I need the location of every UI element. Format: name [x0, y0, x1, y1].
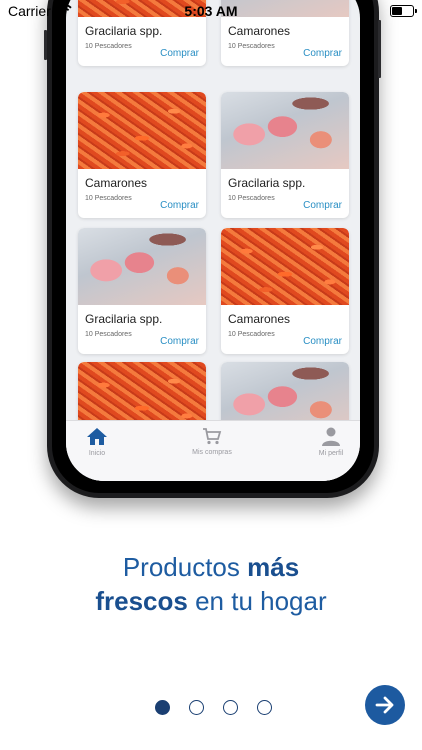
- battery-icon: [390, 5, 417, 17]
- phone-side-button: [44, 30, 47, 60]
- headline-bold2: frescos: [95, 586, 188, 616]
- product-name: Camarones: [228, 24, 291, 38]
- tab-home[interactable]: Inicio: [66, 427, 132, 457]
- arrow-right-icon: [375, 696, 394, 714]
- phone-power-button: [378, 20, 381, 78]
- headline-bold1: más: [247, 552, 300, 582]
- cart-icon: [203, 428, 222, 445]
- product-card[interactable]: Camarones 10 Pescadores Comprar: [78, 92, 206, 218]
- product-name: Gracilaria spp.: [228, 176, 306, 190]
- status-left: Carrier: [8, 3, 72, 19]
- wifi-icon: [56, 3, 72, 19]
- product-fishers: 10 Pescadores: [228, 43, 275, 50]
- product-image: [221, 228, 349, 305]
- status-bar: Carrier 5:03 AM: [0, 0, 422, 22]
- product-card[interactable]: Gracilaria spp. 10 Pescadores Comprar: [221, 92, 349, 218]
- tab-purchases-label: Mis compras: [192, 449, 232, 456]
- tab-purchases[interactable]: Mis compras: [177, 427, 247, 456]
- product-name: Camarones: [228, 312, 291, 326]
- product-fishers: 10 Pescadores: [228, 195, 275, 202]
- buy-link[interactable]: Comprar: [160, 336, 199, 347]
- product-name: Gracilaria spp.: [85, 312, 163, 326]
- product-card[interactable]: Camarones 10 Pescadores Comprar: [221, 228, 349, 354]
- product-fishers: 10 Pescadores: [85, 195, 132, 202]
- buy-link[interactable]: Comprar: [303, 48, 342, 59]
- carrier-label: Carrier: [8, 3, 51, 19]
- product-name: Camarones: [85, 176, 148, 190]
- buy-link[interactable]: Comprar: [160, 200, 199, 211]
- buy-link[interactable]: Comprar: [303, 336, 342, 347]
- product-image: [78, 92, 206, 169]
- buy-link[interactable]: Comprar: [160, 48, 199, 59]
- headline-part1: Productos: [122, 552, 248, 582]
- product-fishers: 10 Pescadores: [85, 43, 132, 50]
- pagination-dot[interactable]: [257, 700, 272, 715]
- product-fishers: 10 Pescadores: [228, 331, 275, 338]
- tab-bar: Inicio Mis compras Mi perfil: [66, 420, 360, 481]
- tab-profile-label: Mi perfil: [318, 450, 344, 457]
- onboarding-headline: Productos más frescos en tu hogar: [0, 550, 422, 618]
- phone-screen: Gracilaria spp. 10 Pescadores Comprar Camar…: [66, 0, 360, 481]
- user-icon: [322, 427, 340, 446]
- home-icon: [87, 428, 107, 445]
- pagination-dot[interactable]: [223, 700, 238, 715]
- tab-home-label: Inicio: [88, 450, 106, 457]
- headline-part2: en tu hogar: [187, 586, 327, 616]
- product-card[interactable]: Gracilaria spp. 10 Pescadores Comprar: [78, 228, 206, 354]
- buy-link[interactable]: Comprar: [303, 200, 342, 211]
- product-fishers: 10 Pescadores: [85, 331, 132, 338]
- tab-profile[interactable]: Mi perfil: [296, 427, 360, 457]
- product-image: [221, 92, 349, 169]
- pagination-dot[interactable]: [155, 700, 170, 715]
- pagination-dot[interactable]: [189, 700, 204, 715]
- product-name: Gracilaria spp.: [85, 24, 163, 38]
- pagination-dots: [155, 700, 272, 715]
- product-image: [78, 228, 206, 305]
- next-button[interactable]: [365, 685, 405, 725]
